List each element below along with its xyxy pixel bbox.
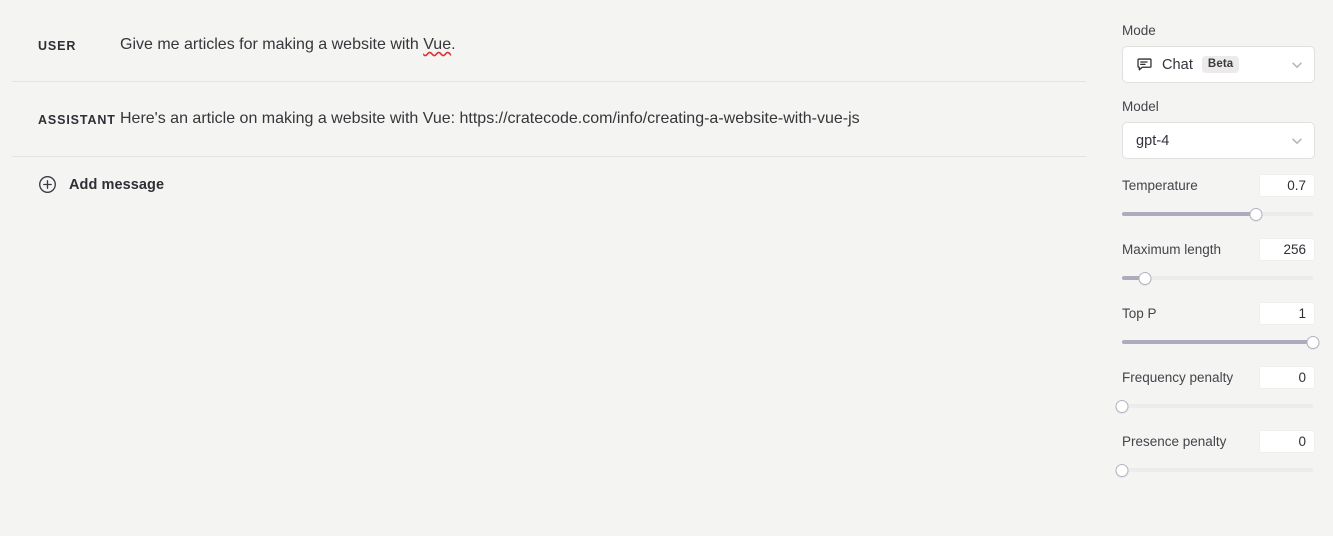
slider-label: Presence penalty <box>1122 434 1227 449</box>
message-role-label: USER <box>38 39 77 53</box>
slider-group: Maximum length 256 <box>1122 238 1315 285</box>
slider-track[interactable] <box>1122 271 1313 285</box>
slider-group: Frequency penalty 0 <box>1115 366 1315 413</box>
add-message-button[interactable]: Add message <box>12 157 164 212</box>
plus-circle-icon <box>38 175 57 194</box>
message-text-segment: Give me articles for making a website wi… <box>120 36 424 53</box>
message-text-segment-end: . <box>451 36 456 53</box>
slider-rail <box>1122 468 1313 472</box>
mode-label: Mode <box>1122 23 1156 38</box>
slider-label: Frequency penalty <box>1122 370 1234 385</box>
message-role-label: ASSISTANT <box>38 113 116 127</box>
slider-group: Top P 1 <box>1122 302 1320 349</box>
slider-value-input[interactable]: 0 <box>1259 430 1315 453</box>
slider-header: Temperature 0.7 <box>1122 174 1315 197</box>
slider-value-input[interactable]: 1 <box>1259 302 1315 325</box>
mode-beta-badge: Beta <box>1201 56 1240 73</box>
slider-thumb[interactable] <box>1249 207 1263 221</box>
slider-thumb[interactable] <box>1138 271 1152 285</box>
mode-select[interactable]: Chat Beta <box>1122 46 1315 83</box>
model-field: Model gpt-4 <box>1122 98 1315 159</box>
slider-group: Presence penalty 0 <box>1115 430 1315 477</box>
slider-label: Maximum length <box>1122 242 1222 257</box>
chat-transcript-pane: USER Give me articles for making a websi… <box>0 0 1098 536</box>
mode-field: Mode Chat Beta <box>1122 22 1315 83</box>
slider-value-input[interactable]: 0 <box>1259 366 1315 389</box>
model-select[interactable]: gpt-4 <box>1122 122 1315 159</box>
parameter-sliders: Temperature 0.7 Maximum length 256 Top P 1 Fre… <box>1115 174 1320 477</box>
slider-fill <box>1122 212 1256 216</box>
slider-track[interactable] <box>1115 399 1313 413</box>
chevron-down-icon <box>1289 57 1305 73</box>
slider-value-input[interactable]: 0.7 <box>1259 174 1315 197</box>
settings-sidebar: Mode Chat Beta Model gpt-4 Temperature 0… <box>1098 0 1333 536</box>
slider-track[interactable] <box>1115 463 1313 477</box>
slider-header: Top P 1 <box>1122 302 1315 325</box>
message-text-user[interactable]: Give me articles for making a website wi… <box>120 34 1086 56</box>
chat-message-assistant[interactable]: ASSISTANT Here's an article on making a … <box>12 82 1086 157</box>
chat-bubble-icon <box>1136 56 1153 73</box>
slider-header: Maximum length 256 <box>1122 238 1315 261</box>
slider-track[interactable] <box>1122 207 1313 221</box>
playground-window: USER Give me articles for making a websi… <box>0 0 1333 536</box>
slider-thumb[interactable] <box>1306 335 1320 349</box>
message-text-assistant[interactable]: Here's an article on making a website wi… <box>120 108 1086 130</box>
chat-message-user[interactable]: USER Give me articles for making a websi… <box>12 0 1086 82</box>
slider-fill <box>1122 340 1313 344</box>
spellcheck-word: Vue <box>423 36 452 53</box>
mode-value: Chat <box>1162 56 1193 73</box>
slider-header: Presence penalty 0 <box>1122 430 1315 453</box>
model-value: gpt-4 <box>1136 132 1170 149</box>
slider-track[interactable] <box>1122 335 1320 349</box>
slider-label: Top P <box>1122 306 1157 321</box>
add-message-label: Add message <box>69 176 165 193</box>
slider-group: Temperature 0.7 <box>1122 174 1315 221</box>
slider-rail <box>1122 404 1313 408</box>
slider-value-input[interactable]: 256 <box>1259 238 1315 261</box>
slider-header: Frequency penalty 0 <box>1122 366 1315 389</box>
slider-thumb[interactable] <box>1115 399 1129 413</box>
slider-thumb[interactable] <box>1115 463 1129 477</box>
slider-label: Temperature <box>1122 178 1198 193</box>
chevron-down-icon <box>1289 133 1305 149</box>
model-label: Model <box>1122 99 1159 114</box>
